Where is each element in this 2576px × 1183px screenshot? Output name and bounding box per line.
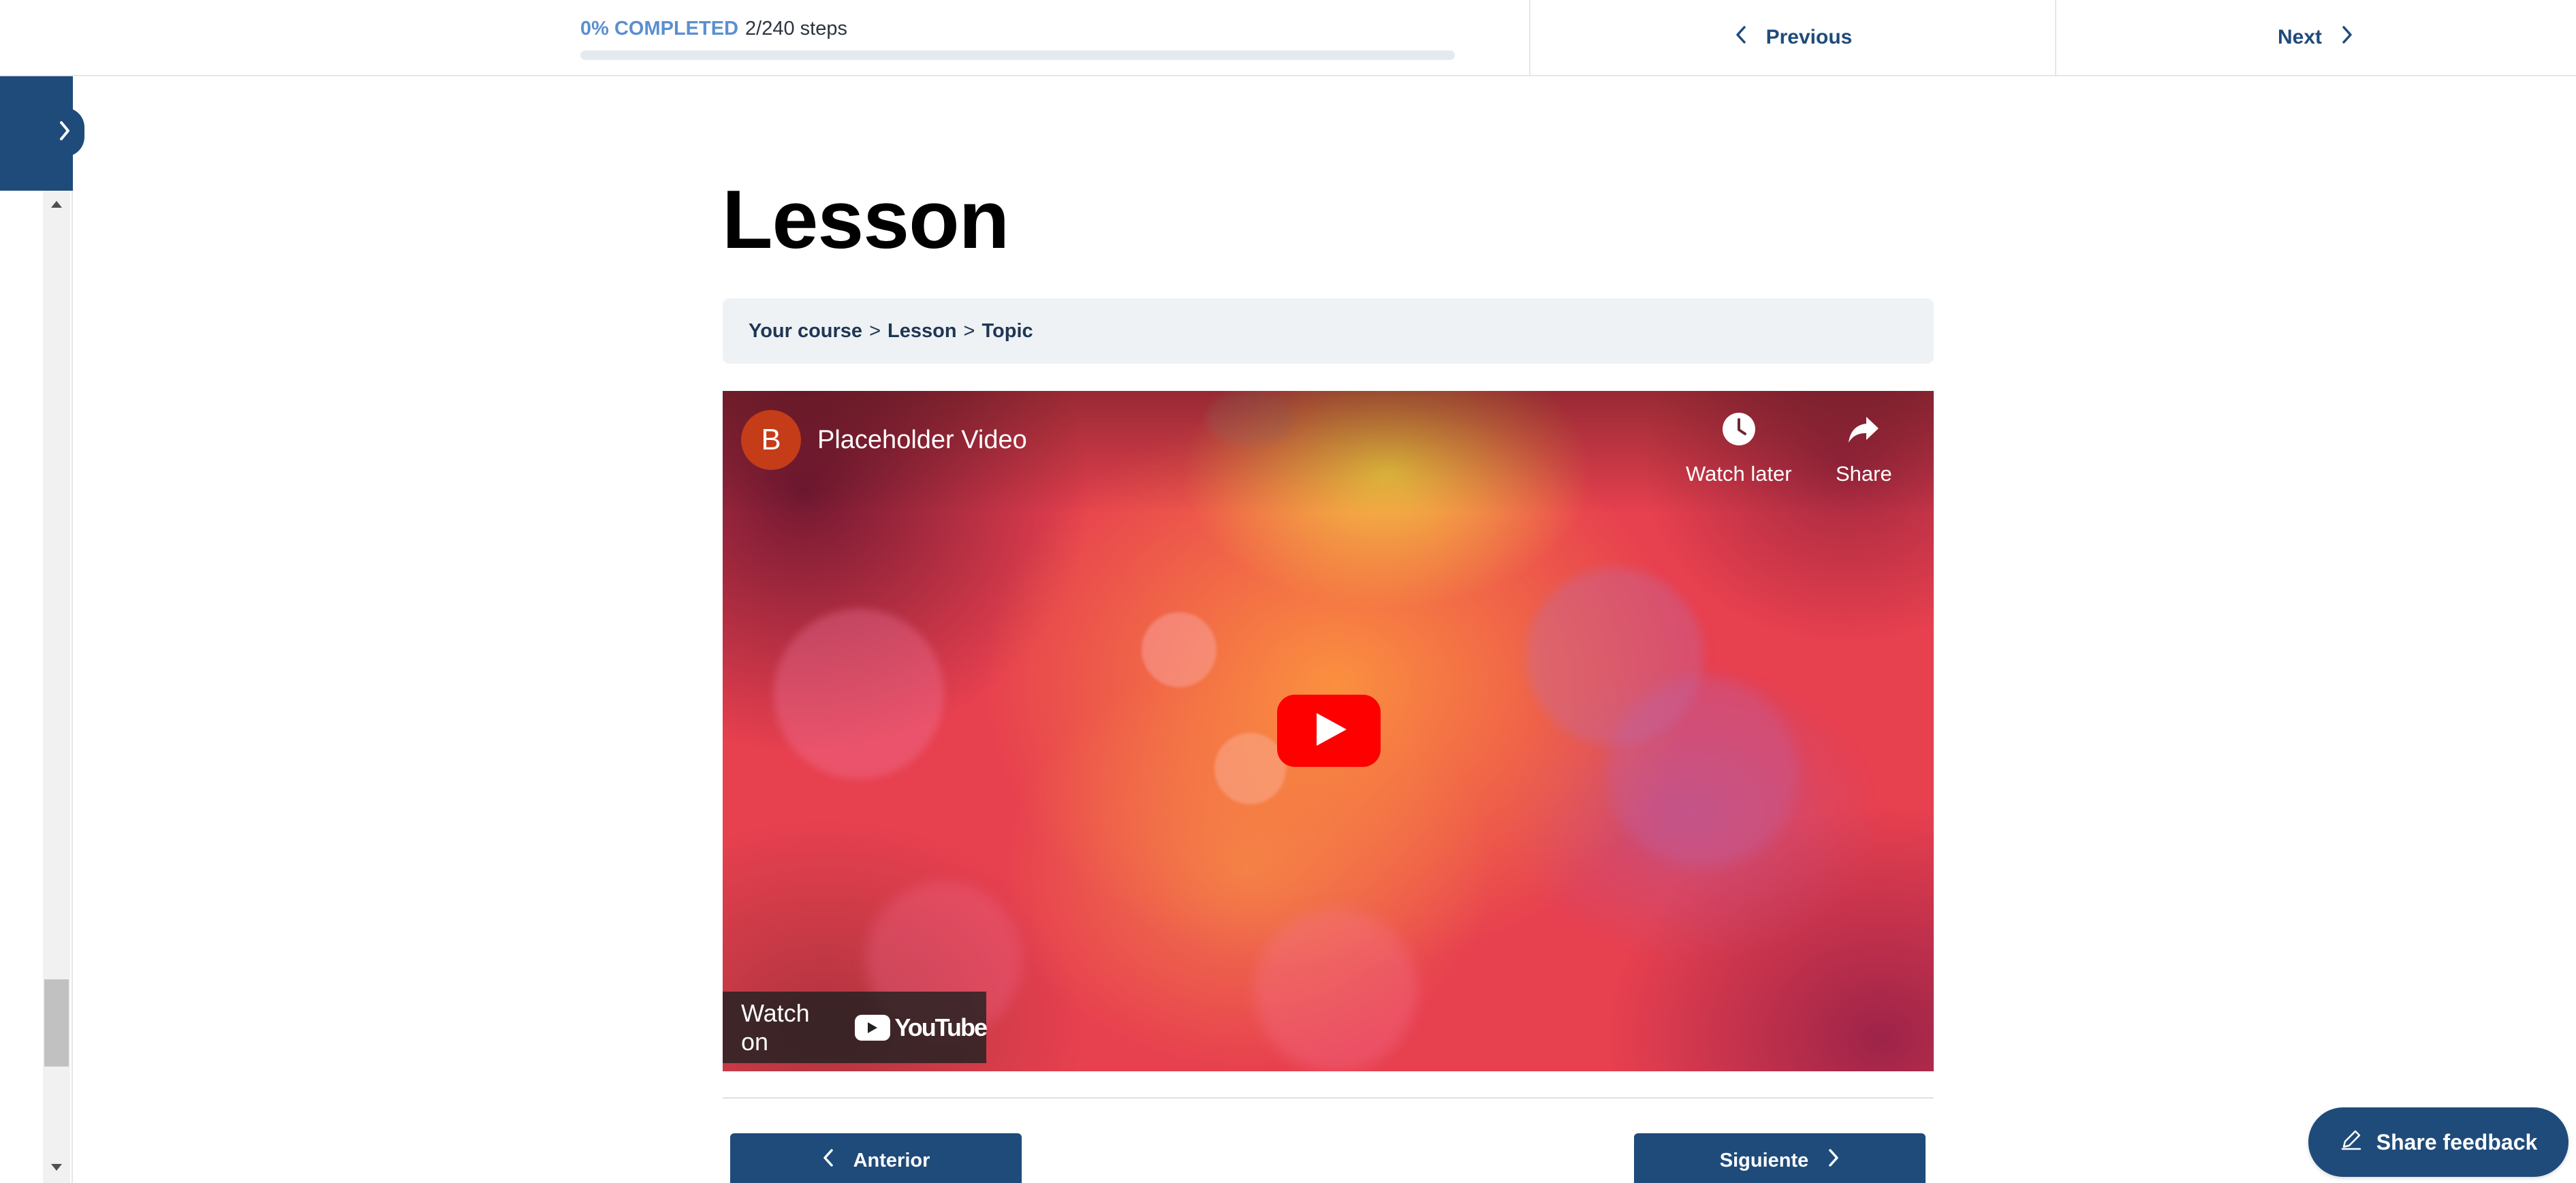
share-feedback-label: Share feedback: [2376, 1129, 2538, 1154]
progress-steps: 2/240 steps: [745, 18, 847, 40]
video-bokeh: [1608, 677, 1799, 868]
play-button[interactable]: [1277, 695, 1381, 767]
sidebar-border: [72, 191, 73, 1183]
breadcrumb: Your course > Lesson > Topic: [723, 298, 1934, 364]
scroll-up-arrow-icon[interactable]: [43, 191, 70, 218]
youtube-play-icon: [855, 1014, 891, 1041]
previous-step-label: Previous: [1765, 26, 1853, 48]
breadcrumb-course[interactable]: Your course: [749, 320, 862, 343]
pencil-icon: [2340, 1128, 2363, 1156]
share-feedback-button[interactable]: Share feedback: [2308, 1107, 2569, 1177]
top-bar: 0% COMPLETED 2/240 steps Previous Next: [0, 0, 2576, 76]
next-step-button[interactable]: Next: [2056, 0, 2576, 75]
sidebar-toggle-button[interactable]: [45, 108, 84, 157]
previous-lesson-label: Anterior: [853, 1149, 930, 1171]
video-bokeh: [1214, 733, 1286, 804]
video-player[interactable]: B Placeholder Video Watch later Share Wa…: [723, 391, 1934, 1071]
progress-bar: [580, 50, 1455, 60]
next-step-label: Next: [2277, 26, 2323, 48]
scrollbar-thumb[interactable]: [44, 979, 69, 1067]
chevron-left-icon: [822, 1148, 834, 1173]
chevron-right-icon: [57, 119, 73, 146]
play-icon: [1310, 712, 1348, 751]
video-bokeh: [1142, 612, 1216, 687]
youtube-wordmark: YouTube: [894, 1013, 988, 1041]
watch-on-label: Watch on: [741, 998, 810, 1056]
content-divider: [723, 1097, 1934, 1099]
video-bokeh: [774, 609, 944, 779]
video-title[interactable]: Placeholder Video: [817, 424, 1027, 456]
next-lesson-button[interactable]: Siguiente: [1634, 1133, 1926, 1183]
watch-on-youtube-link[interactable]: Watch on YouTube: [723, 992, 988, 1063]
progress-percent: 0% COMPLETED: [580, 18, 739, 40]
clock-icon: [1720, 410, 1758, 462]
share-video-button[interactable]: Share: [1836, 410, 1892, 486]
page-title: Lesson: [722, 173, 1009, 266]
chevron-right-icon: [1827, 1148, 1840, 1173]
video-bokeh: [1254, 909, 1417, 1071]
watch-later-button[interactable]: Watch later: [1686, 410, 1792, 486]
channel-avatar[interactable]: B: [741, 410, 801, 470]
next-lesson-label: Siguiente: [1719, 1149, 1809, 1171]
chevron-right-icon: [2340, 25, 2355, 50]
chevron-left-icon: [1733, 25, 1748, 50]
scroll-down-arrow-icon[interactable]: [43, 1154, 70, 1181]
youtube-logo: YouTube: [855, 1013, 988, 1042]
share-label: Share: [1836, 462, 1892, 486]
breadcrumb-separator: >: [869, 319, 881, 342]
breadcrumb-separator: >: [963, 319, 975, 342]
previous-step-button[interactable]: Previous: [1530, 0, 2055, 75]
share-arrow-icon: [1844, 410, 1883, 462]
course-progress: 0% COMPLETED 2/240 steps: [580, 16, 1455, 60]
sidebar-scrollbar[interactable]: [43, 191, 70, 1183]
watch-later-label: Watch later: [1686, 462, 1792, 486]
breadcrumb-lesson[interactable]: Lesson: [888, 320, 957, 343]
breadcrumb-topic[interactable]: Topic: [981, 320, 1033, 343]
previous-lesson-button[interactable]: Anterior: [730, 1133, 1022, 1183]
